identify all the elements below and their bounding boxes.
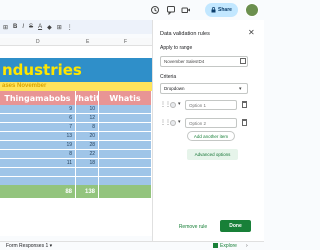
cell[interactable] <box>99 168 152 177</box>
total-cell[interactable] <box>99 185 152 199</box>
range-input[interactable]: November Sales!D4 <box>160 56 248 67</box>
close-icon[interactable]: ✕ <box>248 28 255 37</box>
cell[interactable]: 12 <box>76 114 99 123</box>
grid-select-icon[interactable] <box>240 58 246 64</box>
avatar[interactable] <box>245 3 259 17</box>
cell[interactable] <box>0 168 76 177</box>
comment-icon[interactable] <box>166 5 176 15</box>
column-header[interactable]: E <box>86 39 89 45</box>
color-swatch-icon[interactable] <box>170 102 176 108</box>
dropdown-option-row: ⋮⋮ ▾ <box>160 118 255 128</box>
total-cell[interactable]: 88 <box>0 185 76 199</box>
title-row: ndustries <box>0 58 152 82</box>
strikethrough-button[interactable]: S <box>29 24 33 30</box>
lock-icon <box>211 7 216 13</box>
panel-title: Data validation rules <box>160 31 210 37</box>
explore-label: Explore <box>220 243 237 249</box>
option-input[interactable] <box>185 100 237 110</box>
more-button[interactable]: ⋮ <box>67 24 73 31</box>
cell[interactable] <box>99 150 152 159</box>
explore-icon <box>213 243 218 248</box>
chevron-down-icon[interactable]: ▾ <box>178 101 181 107</box>
share-button[interactable]: Share <box>205 3 238 17</box>
sheet-tab-bar: Form Responses 1 ▾ Explore › <box>0 241 264 250</box>
header-cell[interactable]: Thingamabobs <box>0 91 76 105</box>
drag-handle-icon[interactable]: ⋮⋮ <box>160 101 171 108</box>
advanced-options-button[interactable]: Advanced options <box>187 149 238 160</box>
chevron-down-icon[interactable]: ▾ <box>239 86 242 92</box>
trash-icon[interactable] <box>242 101 247 108</box>
subtitle-row: ases November <box>0 82 152 91</box>
total-row: 88 138 <box>0 185 152 199</box>
cell[interactable]: 8 <box>0 150 76 159</box>
table-row: 6 12 <box>0 114 152 123</box>
sheet-title: ndustries <box>2 61 82 79</box>
cell[interactable]: 9 <box>0 105 76 114</box>
cell[interactable]: 13 <box>0 132 76 141</box>
header-cell[interactable]: Whatis <box>99 91 152 105</box>
cell[interactable]: 19 <box>0 141 76 150</box>
remove-rule-button[interactable]: Remove rule <box>173 221 213 232</box>
table-row: 8 22 <box>0 150 152 159</box>
toolbar-item-0[interactable]: ⊞ <box>3 24 8 31</box>
cell[interactable] <box>99 132 152 141</box>
column-header-row: D E F <box>0 38 152 46</box>
cell[interactable]: 22 <box>76 150 99 159</box>
done-button[interactable]: Done <box>220 220 251 232</box>
trash-icon[interactable] <box>242 119 247 126</box>
table-row: 13 20 <box>0 132 152 141</box>
cell[interactable]: 28 <box>76 141 99 150</box>
bold-button[interactable]: B <box>13 24 17 30</box>
cell[interactable] <box>99 141 152 150</box>
apply-range-label: Apply to range <box>160 45 193 51</box>
cell[interactable]: 18 <box>76 159 99 168</box>
spreadsheet-app: Share ⊞ B I S A ◆ ⊞ ⋮ D E F ndustries as… <box>0 0 264 250</box>
header-cell[interactable]: Whatits <box>76 91 99 105</box>
cell[interactable] <box>99 105 152 114</box>
explore-button[interactable]: Explore <box>213 243 237 249</box>
history-icon[interactable] <box>150 5 160 15</box>
dropdown-option-row: ⋮⋮ ▾ <box>160 100 255 110</box>
cell[interactable]: 6 <box>0 114 76 123</box>
table-row: 11 18 <box>0 159 152 168</box>
data-validation-panel: Data validation rules ✕ Apply to range N… <box>152 20 264 241</box>
column-header[interactable]: F <box>124 39 127 45</box>
italic-button[interactable]: I <box>22 24 24 30</box>
table-row: 9 10 <box>0 105 152 114</box>
table-row: 19 28 <box>0 141 152 150</box>
side-panel-toggle-icon[interactable]: › <box>246 243 248 249</box>
cell[interactable]: 8 <box>76 123 99 132</box>
cell[interactable]: 10 <box>76 105 99 114</box>
table-row: 7 8 <box>0 123 152 132</box>
color-swatch-icon[interactable] <box>170 120 176 126</box>
header-row: Thingamabobs Whatits Whatis <box>0 91 152 105</box>
cell[interactable]: 20 <box>76 132 99 141</box>
column-header[interactable]: D <box>36 39 40 45</box>
text-color-button[interactable]: A <box>38 24 42 30</box>
criteria-label: Criteria <box>160 74 177 80</box>
sheet-grid[interactable]: ndustries ases November Thingamabobs Wha… <box>0 46 152 236</box>
chevron-down-icon[interactable]: ▾ <box>178 119 181 125</box>
borders-button[interactable]: ⊞ <box>57 24 62 31</box>
format-toolbar: ⊞ B I S A ◆ ⊞ ⋮ <box>0 20 152 34</box>
cell[interactable] <box>99 159 152 168</box>
sheet-subtitle: ases November <box>2 83 47 89</box>
drag-handle-icon[interactable]: ⋮⋮ <box>160 119 171 126</box>
total-cell[interactable]: 138 <box>76 185 99 199</box>
cell[interactable]: 7 <box>0 123 76 132</box>
top-header: Share <box>0 0 264 20</box>
fill-color-button[interactable]: ◆ <box>47 24 52 31</box>
option-input[interactable] <box>185 118 237 128</box>
sheet-tab[interactable]: Form Responses 1 ▾ <box>6 243 52 249</box>
add-item-button[interactable]: Add another item <box>187 131 235 141</box>
cell[interactable] <box>99 123 152 132</box>
cell[interactable]: 11 <box>0 159 76 168</box>
video-call-icon[interactable] <box>181 5 191 15</box>
share-label: Share <box>218 7 232 13</box>
cell[interactable] <box>76 168 99 177</box>
criteria-dropdown[interactable]: Dropdown <box>160 83 248 94</box>
cell[interactable] <box>99 114 152 123</box>
table-row <box>0 168 152 177</box>
